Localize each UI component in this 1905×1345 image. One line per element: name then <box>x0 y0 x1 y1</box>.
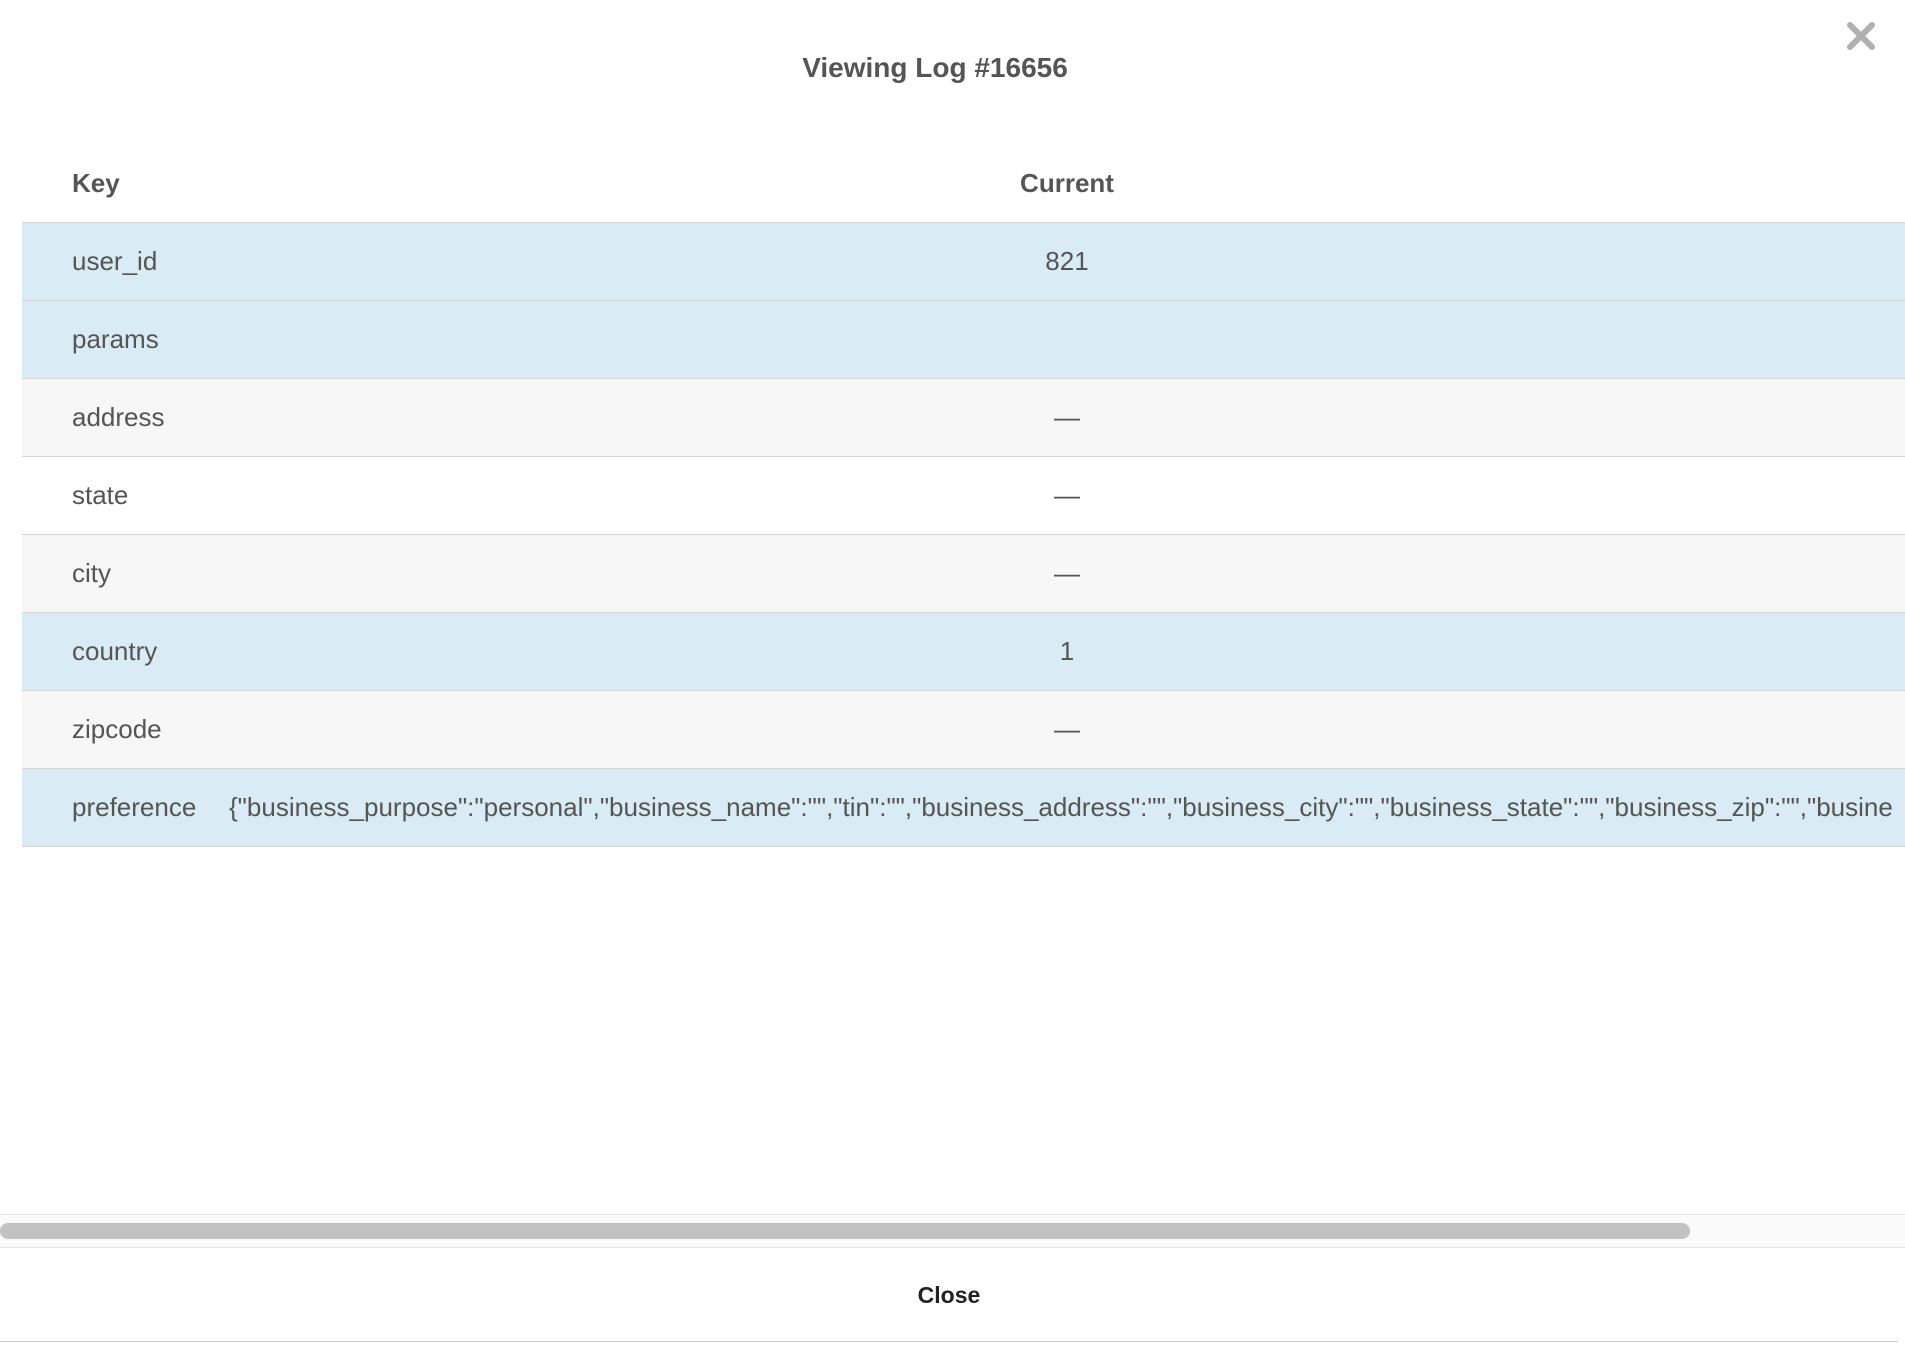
table-row: zipcode — <box>22 690 1905 769</box>
table-row: params <box>22 300 1905 379</box>
row-key: preference <box>22 768 229 847</box>
table-header-row: Key Current <box>22 144 1905 223</box>
row-key: user_id <box>22 222 229 301</box>
log-table: Key Current user_id 821 params address — stat… <box>22 144 1905 847</box>
row-current-value: — <box>229 690 1905 769</box>
column-header-key: Key <box>22 144 229 223</box>
close-button[interactable]: Close <box>0 1250 1898 1342</box>
log-table-viewport[interactable]: Key Current user_id 821 params address — stat… <box>0 144 1905 1214</box>
row-key: state <box>22 456 229 535</box>
log-table-body: user_id 821 params address — state — city — count… <box>22 222 1905 847</box>
row-key: country <box>22 612 229 691</box>
table-row: preference {"business_purpose":"personal"… <box>22 768 1905 847</box>
table-row: address — <box>22 378 1905 457</box>
modal-title: Viewing Log #16656 <box>802 52 1068 83</box>
row-current-value: 821 <box>229 222 1905 301</box>
row-key: params <box>22 300 229 379</box>
row-current-value: 1 <box>229 612 1905 691</box>
row-current-value <box>229 300 1905 379</box>
close-x-icon-svg <box>1847 22 1875 50</box>
horizontal-scrollbar[interactable] <box>0 1214 1905 1248</box>
table-row: state — <box>22 456 1905 535</box>
row-key: address <box>22 378 229 457</box>
row-current-value: — <box>229 534 1905 613</box>
column-header-current: Current <box>229 144 1905 223</box>
row-current-value: — <box>229 378 1905 457</box>
row-key: city <box>22 534 229 613</box>
table-row: user_id 821 <box>22 222 1905 301</box>
scrollbar-thumb[interactable] <box>0 1223 1690 1239</box>
close-x-icon[interactable] <box>1841 16 1881 56</box>
row-current-value: — <box>229 456 1905 535</box>
table-row: country 1 <box>22 612 1905 691</box>
row-current-value: {"business_purpose":"personal","business… <box>229 768 1905 847</box>
log-modal: Viewing Log #16656 Key Current user_id 82… <box>0 0 1905 1345</box>
table-row: city — <box>22 534 1905 613</box>
row-key: zipcode <box>22 690 229 769</box>
